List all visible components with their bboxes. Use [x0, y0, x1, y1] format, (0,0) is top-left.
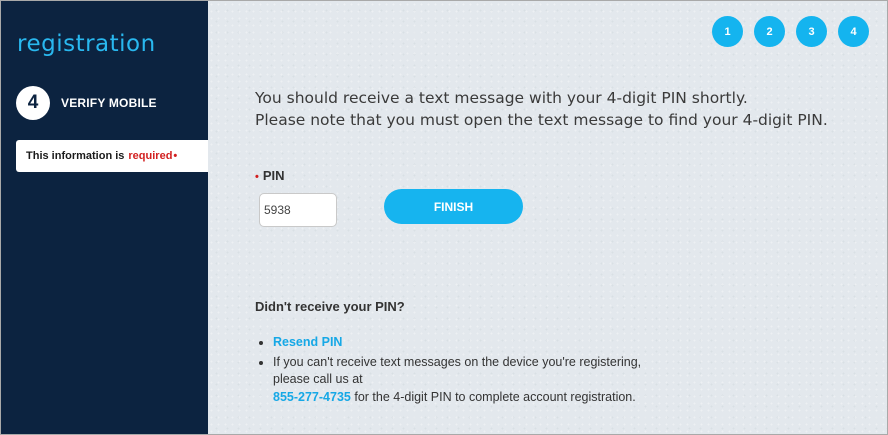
current-step-number: 4	[16, 86, 50, 120]
help-text-3: for the 4-digit PIN to complete account …	[354, 389, 636, 404]
sidebar: registration 4 VERIFY MOBILE This inform…	[1, 1, 208, 434]
step-indicator: 1 2 3 4	[712, 16, 869, 47]
instruction-message: You should receive a text message with y…	[255, 87, 828, 131]
current-step: 4 VERIFY MOBILE	[16, 86, 157, 120]
pin-label-text: PIN	[262, 168, 285, 183]
brand-title: registration	[17, 31, 156, 57]
step-dot-2[interactable]: 2	[754, 16, 785, 47]
required-word: required	[128, 150, 173, 162]
instruction-line-2: Please note that you must open the text …	[255, 111, 828, 129]
help-item-resend: Resend PIN	[273, 334, 641, 352]
registration-window: registration 4 VERIFY MOBILE This inform…	[0, 0, 888, 435]
main-panel: 1 2 3 4 You should receive a text messag…	[208, 1, 887, 434]
step-dot-3[interactable]: 3	[796, 16, 827, 47]
help-list: Resend PIN If you can't receive text mes…	[255, 334, 641, 408]
pin-label: • PIN	[255, 168, 285, 183]
required-prefix: This information is	[26, 150, 125, 162]
required-marker: •	[173, 150, 178, 162]
current-step-label: VERIFY MOBILE	[61, 96, 157, 110]
help-item-call: If you can't receive text messages on th…	[273, 354, 641, 407]
step-dot-4[interactable]: 4	[838, 16, 869, 47]
help-text-2: please call us at	[273, 372, 363, 386]
phone-link[interactable]: 855-277-4735	[273, 390, 351, 404]
pin-input[interactable]	[259, 193, 337, 227]
finish-button[interactable]: FINISH	[384, 189, 523, 224]
step-dot-1[interactable]: 1	[712, 16, 743, 47]
help-text-1: If you can't receive text messages on th…	[273, 354, 642, 369]
resend-pin-link[interactable]: Resend PIN	[273, 335, 342, 349]
pin-required-marker: •	[255, 171, 259, 183]
help-title: Didn't receive your PIN?	[255, 299, 405, 314]
required-notice: This information is required •	[16, 140, 208, 172]
instruction-line-1: You should receive a text message with y…	[255, 89, 748, 107]
